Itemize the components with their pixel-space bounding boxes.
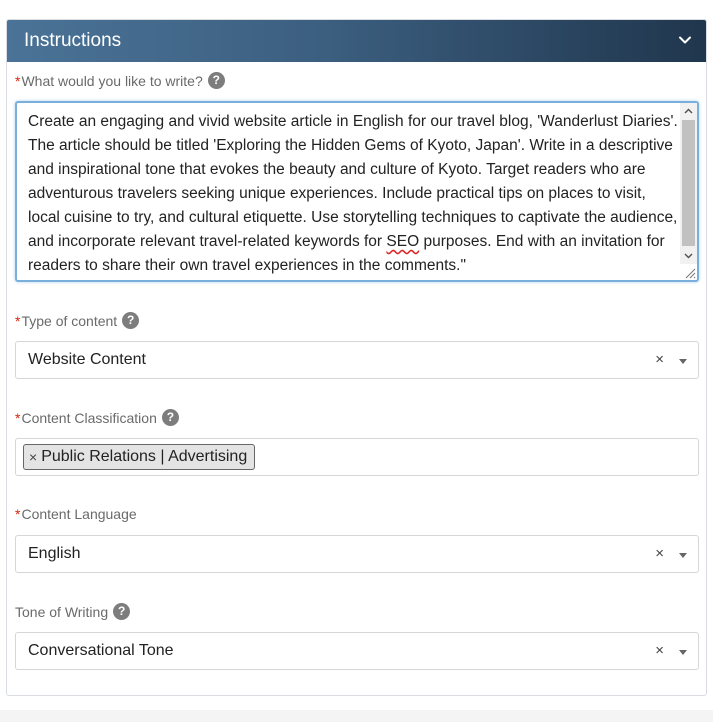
dropdown-arrow-icon[interactable]	[679, 359, 687, 364]
clear-icon[interactable]: ×	[655, 351, 664, 368]
prompt-text-seo: SEO	[386, 233, 420, 250]
scroll-thumb[interactable]	[682, 120, 695, 246]
dropdown-arrow-icon[interactable]	[679, 553, 687, 558]
required-mark: *	[15, 72, 21, 89]
help-icon[interactable]: ?	[207, 72, 225, 89]
type-of-content-value: Website Content	[28, 351, 146, 368]
dropdown-arrow-icon[interactable]	[679, 650, 687, 655]
scroll-up-arrow-icon[interactable]	[680, 103, 697, 119]
panel-title: Instructions	[24, 30, 122, 51]
classification-tag: × Public Relations | Advertising	[23, 444, 256, 470]
help-icon[interactable]: ?	[161, 409, 179, 426]
content-language-label-text: Content Language	[21, 506, 137, 522]
prompt-textarea[interactable]: Create an engaging and vivid website art…	[15, 101, 699, 282]
instructions-panel: Instructions * What would you like to wr…	[6, 19, 707, 696]
help-icon[interactable]: ?	[122, 312, 140, 329]
resize-grip-icon[interactable]	[683, 266, 696, 279]
clear-icon[interactable]: ×	[655, 545, 664, 562]
content-language-value: English	[28, 545, 81, 562]
required-mark: *	[15, 409, 21, 426]
chevron-down-icon[interactable]	[677, 32, 693, 48]
required-mark: *	[15, 506, 21, 522]
tone-of-writing-select[interactable]: Conversational Tone ×	[15, 632, 699, 670]
content-language-label: * Content Language	[15, 506, 137, 522]
textarea-scrollbar[interactable]	[680, 103, 697, 264]
prompt-label: * What would you like to write? ?	[15, 72, 225, 89]
required-mark: *	[15, 312, 21, 329]
content-language-select[interactable]: English ×	[15, 535, 699, 573]
panel-header[interactable]: Instructions	[7, 20, 706, 62]
clear-icon[interactable]: ×	[655, 642, 664, 659]
scroll-down-arrow-icon[interactable]	[680, 248, 697, 264]
tag-remove-icon[interactable]: ×	[29, 449, 37, 465]
type-of-content-label-text: Type of content	[21, 312, 118, 329]
tone-of-writing-label-text: Tone of Writing	[15, 603, 109, 620]
tone-of-writing-value: Conversational Tone	[28, 642, 174, 659]
prompt-label-text: What would you like to write?	[21, 72, 203, 89]
content-classification-label: * Content Classification ?	[15, 409, 179, 426]
tone-of-writing-label: Tone of Writing ?	[15, 603, 131, 620]
help-icon[interactable]: ?	[113, 603, 131, 620]
prompt-text[interactable]: Create an engaging and vivid website art…	[28, 110, 678, 278]
prompt-text-part1: Create an engaging and vivid website art…	[28, 113, 678, 250]
classification-tag-label: Public Relations | Advertising	[41, 448, 248, 465]
page-footer-strip	[0, 710, 713, 722]
content-classification-multiselect[interactable]: × Public Relations | Advertising	[15, 438, 699, 476]
type-of-content-label: * Type of content ?	[15, 312, 140, 329]
type-of-content-select[interactable]: Website Content ×	[15, 341, 699, 379]
content-classification-label-text: Content Classification	[21, 409, 157, 426]
